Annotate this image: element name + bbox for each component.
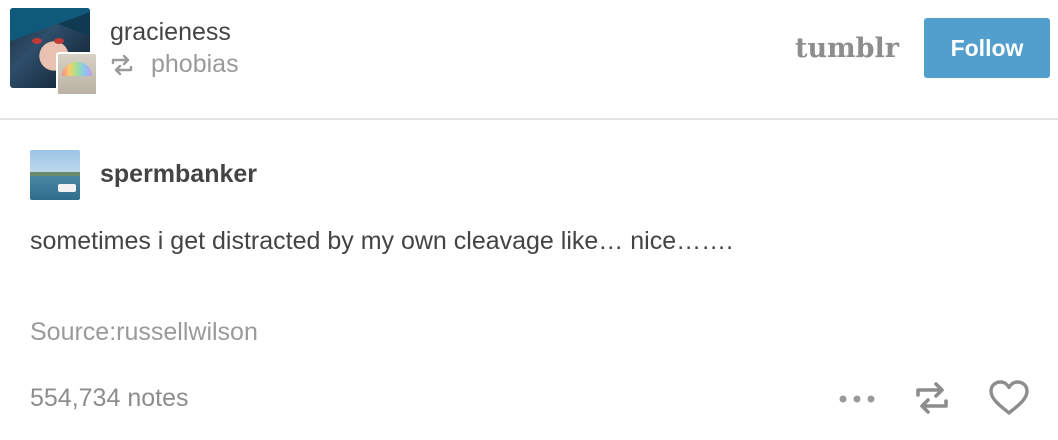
avatar-eye-right [54, 38, 64, 44]
reblog-source-avatar[interactable] [56, 52, 98, 96]
post-author-name[interactable]: spermbanker [100, 160, 257, 189]
heart-icon[interactable] [988, 379, 1030, 417]
avatar-eye-left [32, 38, 42, 44]
post-body: sometimes i get distracted by my own cle… [30, 227, 734, 255]
header-divider [0, 118, 1058, 120]
avatar-boat [58, 184, 76, 192]
tumblr-logo[interactable]: tumblr [795, 33, 899, 64]
notes-count[interactable]: 554,734 notes [30, 384, 188, 413]
more-icon[interactable] [837, 387, 877, 411]
avatar-rainbow [62, 62, 92, 76]
reblog-source-name[interactable]: phobias [151, 50, 239, 79]
username[interactable]: gracieness [110, 18, 231, 47]
reblog-icon[interactable] [913, 380, 951, 416]
follow-button[interactable]: Follow [924, 18, 1050, 78]
post-author-avatar[interactable] [30, 150, 80, 200]
reblog-icon [111, 54, 133, 76]
avatar-shore [30, 172, 80, 176]
post-header: gracieness phobias tumblr Follow [0, 0, 1058, 118]
post-source[interactable]: Source:russellwilson [30, 318, 258, 347]
